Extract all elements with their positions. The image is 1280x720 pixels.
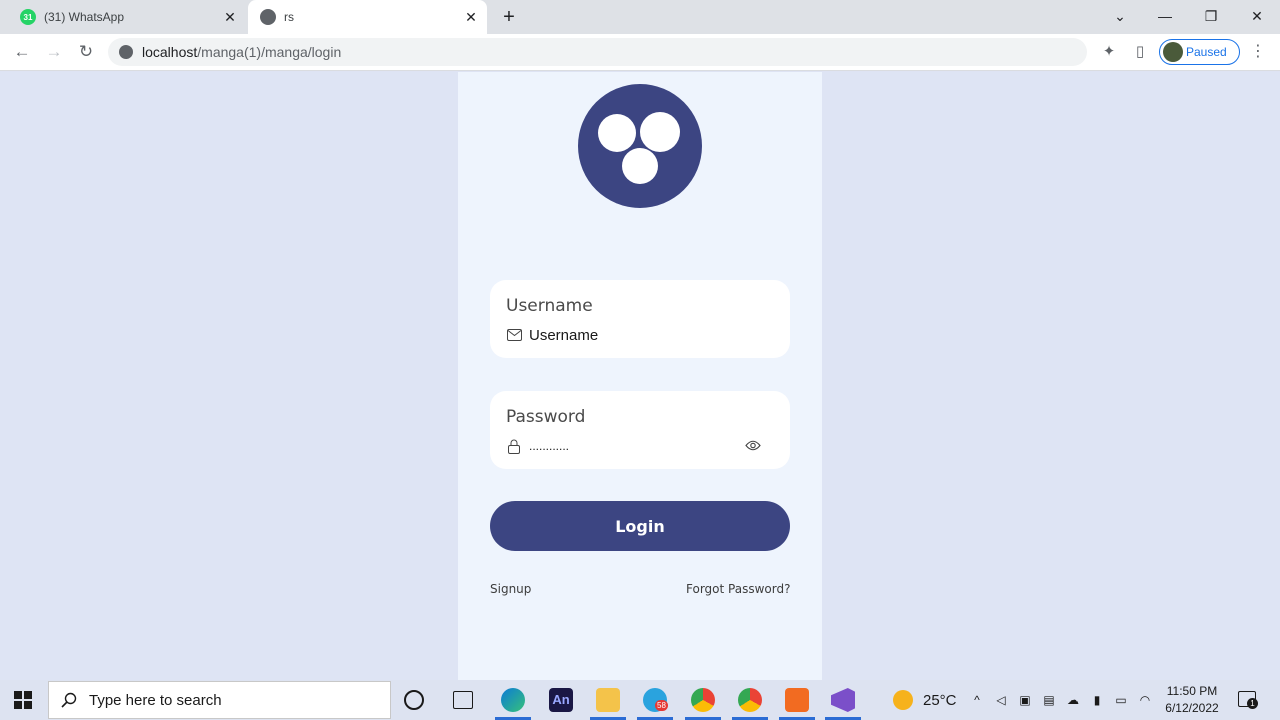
task-view-icon[interactable] (453, 691, 473, 709)
brand-logo (578, 84, 702, 208)
address-bar[interactable]: localhost/manga(1)/manga/login (108, 38, 1087, 66)
weather-moon-icon[interactable] (893, 690, 913, 710)
globe-icon (260, 9, 276, 25)
eye-icon[interactable] (744, 436, 762, 454)
edge-icon[interactable] (501, 688, 525, 712)
username-input[interactable] (529, 326, 719, 344)
close-icon[interactable]: ✕ (463, 9, 479, 25)
password-input[interactable]: ............ (529, 439, 719, 453)
chrome-icon[interactable] (691, 688, 715, 712)
notification-count: 1 (1247, 698, 1258, 709)
chevron-up-icon[interactable]: ^ (969, 692, 985, 708)
file-explorer-icon[interactable] (596, 688, 620, 712)
whatsapp-icon: 31 (20, 9, 36, 25)
minimize-button[interactable]: — (1145, 4, 1185, 28)
profile-status: Paused (1186, 45, 1227, 59)
login-button[interactable]: Login (490, 501, 790, 551)
url-host: localhost (142, 44, 198, 60)
speaker-icon[interactable]: ◁ (993, 692, 1009, 708)
browser-tab-strip: 31 (31) WhatsApp ✕ rs ✕ + ⌄ — ❐ ✕ (0, 0, 1280, 34)
login-panel: Username Password ............ Login (458, 72, 822, 680)
window-close-button[interactable]: ✕ (1237, 4, 1277, 28)
taskbar-search-input[interactable]: Type here to search (48, 681, 391, 719)
telegram-icon[interactable]: 58 (643, 688, 668, 712)
search-icon (61, 692, 77, 708)
search-placeholder: Type here to search (89, 691, 222, 709)
mail-icon (506, 327, 522, 343)
lock-icon (506, 438, 522, 454)
forgot-password-link[interactable]: Forgot Password? (686, 582, 790, 596)
system-clock[interactable]: 11:50 PM 6/12/2022 (1160, 683, 1224, 717)
close-icon[interactable]: ✕ (222, 9, 238, 25)
side-panel-icon[interactable]: ▯ (1130, 42, 1150, 62)
reload-button[interactable]: ↻ (74, 40, 98, 64)
battery-icon[interactable]: ▭ (1113, 692, 1129, 708)
browser-toolbar: ← → ↻ localhost/manga(1)/manga/login ✦ ▯… (0, 34, 1280, 71)
profile-button[interactable]: Paused (1159, 39, 1240, 65)
onedrive-icon[interactable]: ☁ (1065, 692, 1081, 708)
password-card: Password ............ (490, 391, 790, 469)
username-card: Username (490, 280, 790, 358)
restore-button[interactable]: ❐ (1191, 4, 1231, 28)
back-button[interactable]: ← (10, 40, 34, 64)
windows-taskbar: Type here to search An 58 25°C ^ ◁ ▣ ▤ ☁… (0, 680, 1280, 720)
tab-title: (31) WhatsApp (44, 10, 125, 24)
chrome-profile-icon[interactable] (738, 688, 762, 712)
clock-date: 6/12/2022 (1165, 701, 1219, 715)
page-background: Username Password ............ Login (0, 72, 1280, 680)
microphone-icon[interactable]: ▮ (1089, 692, 1105, 708)
new-tab-button[interactable]: + (498, 6, 520, 28)
tab-whatsapp[interactable]: 31 (31) WhatsApp ✕ (8, 0, 246, 34)
screen-record-icon[interactable]: ▣ (1017, 692, 1033, 708)
xampp-icon[interactable] (785, 688, 809, 712)
weather-temperature[interactable]: 25°C (923, 692, 957, 709)
notification-icon[interactable]: 1 (1238, 691, 1258, 709)
clock-time: 11:50 PM (1166, 684, 1218, 698)
animate-icon[interactable]: An (549, 688, 573, 712)
visual-studio-icon[interactable] (831, 688, 855, 712)
site-info-icon[interactable] (119, 45, 133, 59)
tab-rs[interactable]: rs ✕ (248, 0, 487, 34)
username-label: Username (506, 296, 593, 316)
meet-icon[interactable]: ▤ (1041, 692, 1057, 708)
password-label: Password (506, 407, 586, 427)
more-menu-icon[interactable]: ⋮ (1250, 42, 1266, 62)
cortana-icon[interactable] (404, 690, 424, 710)
tab-title: rs (284, 10, 294, 24)
windows-start-icon[interactable] (14, 691, 32, 709)
avatar (1163, 42, 1183, 62)
url-path: /manga(1)/manga/login (197, 44, 342, 60)
forward-button[interactable]: → (42, 40, 66, 64)
wifi-icon[interactable]: ◠ (1137, 692, 1153, 708)
tab-search-icon[interactable]: ⌄ (1100, 4, 1140, 28)
extensions-icon[interactable]: ✦ (1099, 42, 1119, 62)
telegram-badge: 58 (655, 700, 668, 711)
signup-link[interactable]: Signup (490, 582, 531, 596)
